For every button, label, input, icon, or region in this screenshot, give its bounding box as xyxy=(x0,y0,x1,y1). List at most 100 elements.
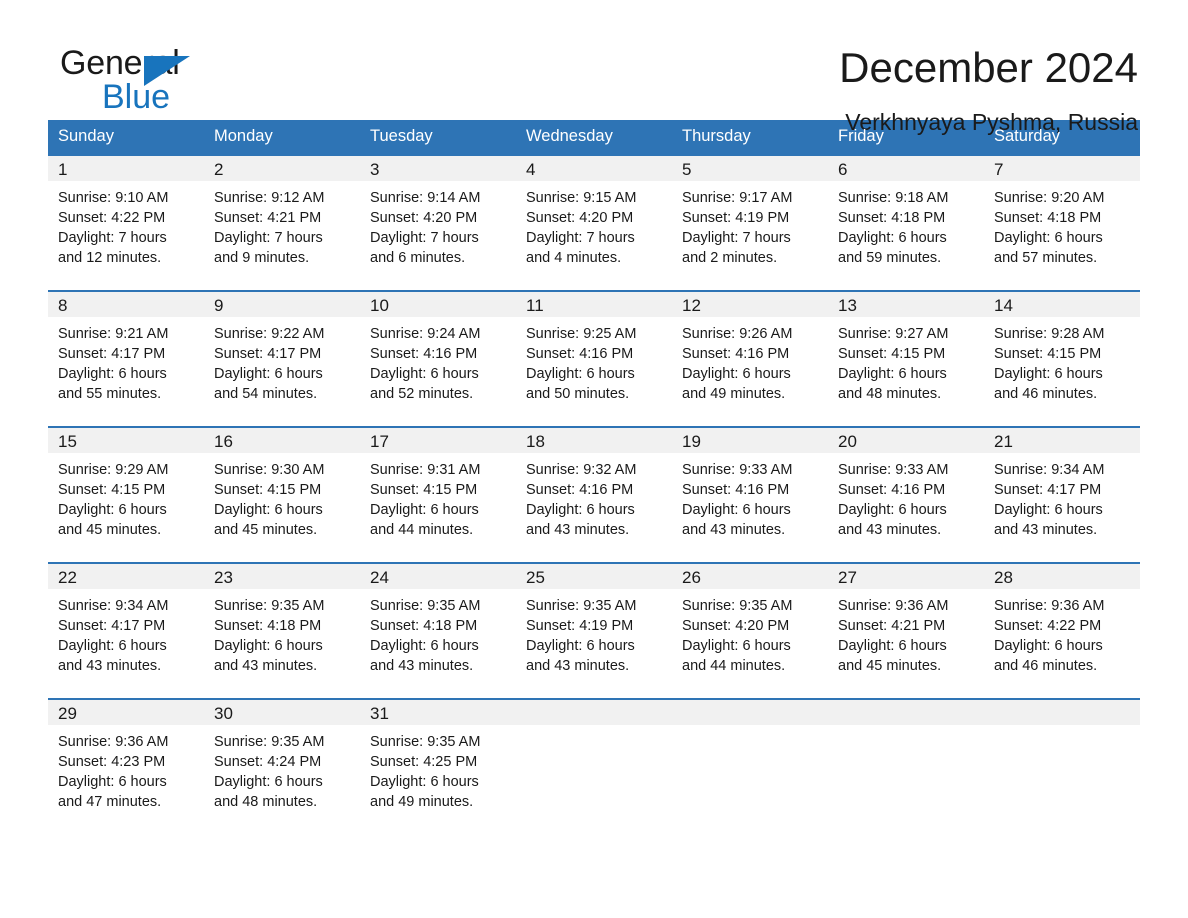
calendar-week-row: 29 Sunrise: 9:36 AM Sunset: 4:23 PM Dayligh… xyxy=(48,698,1140,817)
calendar-day-cell[interactable]: 15 Sunrise: 9:29 AM Sunset: 4:15 PM Dayligh… xyxy=(48,426,204,545)
weekday-header-sunday: Sunday xyxy=(48,120,204,155)
calendar-day-cell[interactable]: 14 Sunrise: 9:28 AM Sunset: 4:15 PM Dayligh… xyxy=(984,290,1140,409)
calendar-day-cell[interactable]: 31 Sunrise: 9:35 AM Sunset: 4:25 PM Dayligh… xyxy=(360,698,516,817)
calendar-day-cell[interactable]: 25 Sunrise: 9:35 AM Sunset: 4:19 PM Dayligh… xyxy=(516,562,672,681)
calendar-day-cell[interactable]: 30 Sunrise: 9:35 AM Sunset: 4:24 PM Dayligh… xyxy=(204,698,360,817)
calendar-day-cell[interactable]: 1 Sunrise: 9:10 AM Sunset: 4:22 PM Daylight… xyxy=(48,154,204,273)
calendar-day-cell[interactable]: 9 Sunrise: 9:22 AM Sunset: 4:17 PM Daylight… xyxy=(204,290,360,409)
day-number: 22 xyxy=(58,568,77,587)
day-cell-content: 13 Sunrise: 9:27 AM Sunset: 4:15 PM Dayligh… xyxy=(828,292,984,409)
daylight-text-line2: and 46 minutes. xyxy=(994,386,1098,402)
title-block: December 2024 Verkhnyaya Pyshma, Russia xyxy=(839,44,1140,136)
day-cell-content: 26 Sunrise: 9:35 AM Sunset: 4:20 PM Dayligh… xyxy=(672,564,828,681)
daylight-text-line2: and 45 minutes. xyxy=(58,522,162,538)
sunrise-text: Sunrise: 9:33 AM xyxy=(682,462,793,478)
day-cell-content: 23 Sunrise: 9:35 AM Sunset: 4:18 PM Dayligh… xyxy=(204,564,360,681)
day-cell-content: 18 Sunrise: 9:32 AM Sunset: 4:16 PM Dayligh… xyxy=(516,428,672,545)
day-number: 11 xyxy=(526,296,544,315)
calendar-day-cell[interactable]: 21 Sunrise: 9:34 AM Sunset: 4:17 PM Dayligh… xyxy=(984,426,1140,545)
calendar-day-cell[interactable]: 20 Sunrise: 9:33 AM Sunset: 4:16 PM Dayligh… xyxy=(828,426,984,545)
calendar-day-cell[interactable]: 27 Sunrise: 9:36 AM Sunset: 4:21 PM Dayligh… xyxy=(828,562,984,681)
calendar-day-cell[interactable]: 29 Sunrise: 9:36 AM Sunset: 4:23 PM Dayligh… xyxy=(48,698,204,817)
daylight-text-line2: and 43 minutes. xyxy=(682,522,786,538)
day-number: 1 xyxy=(58,160,68,179)
calendar-page: General Blue December 2024 Verkhnyaya Py… xyxy=(0,0,1188,918)
calendar-day-cell[interactable]: 23 Sunrise: 9:35 AM Sunset: 4:18 PM Dayligh… xyxy=(204,562,360,681)
calendar-day-cell[interactable]: 19 Sunrise: 9:33 AM Sunset: 4:16 PM Dayligh… xyxy=(672,426,828,545)
sunset-text: Sunset: 4:23 PM xyxy=(58,754,166,770)
calendar-day-cell[interactable]: 12 Sunrise: 9:26 AM Sunset: 4:16 PM Dayligh… xyxy=(672,290,828,409)
day-number-band: 16 xyxy=(204,428,360,453)
day-number: 15 xyxy=(58,432,77,451)
day-number-band: 29 xyxy=(48,700,204,725)
day-details: Sunrise: 9:36 AM Sunset: 4:21 PM Daylight:… xyxy=(828,589,984,676)
sunset-text: Sunset: 4:19 PM xyxy=(682,210,790,226)
calendar-day-cell[interactable]: 5 Sunrise: 9:17 AM Sunset: 4:19 PM Daylight… xyxy=(672,154,828,273)
daylight-text-line2: and 44 minutes. xyxy=(682,658,786,674)
sunset-text: Sunset: 4:20 PM xyxy=(526,210,634,226)
sunset-text: Sunset: 4:21 PM xyxy=(214,210,322,226)
day-number-band: 14 xyxy=(984,292,1140,317)
calendar-day-cell[interactable]: 16 Sunrise: 9:30 AM Sunset: 4:15 PM Dayligh… xyxy=(204,426,360,545)
calendar-day-cell[interactable]: 22 Sunrise: 9:34 AM Sunset: 4:17 PM Dayligh… xyxy=(48,562,204,681)
day-cell-empty xyxy=(984,700,1140,817)
daylight-text-line1: Daylight: 6 hours xyxy=(994,230,1103,246)
day-number: 26 xyxy=(682,568,701,587)
calendar-day-cell[interactable]: 2 Sunrise: 9:12 AM Sunset: 4:21 PM Daylight… xyxy=(204,154,360,273)
calendar-day-cell[interactable]: 13 Sunrise: 9:27 AM Sunset: 4:15 PM Dayligh… xyxy=(828,290,984,409)
calendar-day-cell[interactable]: 24 Sunrise: 9:35 AM Sunset: 4:18 PM Dayligh… xyxy=(360,562,516,681)
sunset-text: Sunset: 4:16 PM xyxy=(526,346,634,362)
sunset-text: Sunset: 4:22 PM xyxy=(994,618,1102,634)
calendar-day-cell[interactable]: 11 Sunrise: 9:25 AM Sunset: 4:16 PM Dayligh… xyxy=(516,290,672,409)
day-cell-content: 29 Sunrise: 9:36 AM Sunset: 4:23 PM Dayligh… xyxy=(48,700,204,817)
calendar-day-cell[interactable]: 10 Sunrise: 9:24 AM Sunset: 4:16 PM Dayligh… xyxy=(360,290,516,409)
sunrise-text: Sunrise: 9:35 AM xyxy=(370,598,481,614)
calendar-day-cell[interactable]: 18 Sunrise: 9:32 AM Sunset: 4:16 PM Dayligh… xyxy=(516,426,672,545)
sunset-text: Sunset: 4:19 PM xyxy=(526,618,634,634)
daylight-text-line1: Daylight: 6 hours xyxy=(214,774,323,790)
day-cell-content: 3 Sunrise: 9:14 AM Sunset: 4:20 PM Daylight… xyxy=(360,156,516,273)
daylight-text-line2: and 45 minutes. xyxy=(838,658,942,674)
calendar-day-cell[interactable]: 6 Sunrise: 9:18 AM Sunset: 4:18 PM Daylight… xyxy=(828,154,984,273)
day-details: Sunrise: 9:27 AM Sunset: 4:15 PM Daylight:… xyxy=(828,317,984,404)
day-number: 3 xyxy=(370,160,380,179)
day-cell-content: 2 Sunrise: 9:12 AM Sunset: 4:21 PM Daylight… xyxy=(204,156,360,273)
daylight-text-line1: Daylight: 6 hours xyxy=(682,638,791,654)
sunrise-text: Sunrise: 9:20 AM xyxy=(994,190,1105,206)
day-details: Sunrise: 9:17 AM Sunset: 4:19 PM Daylight:… xyxy=(672,181,828,268)
calendar-day-cell xyxy=(828,698,984,817)
sunrise-text: Sunrise: 9:35 AM xyxy=(214,598,325,614)
sunrise-text: Sunrise: 9:35 AM xyxy=(526,598,637,614)
calendar-day-cell[interactable]: 28 Sunrise: 9:36 AM Sunset: 4:22 PM Dayligh… xyxy=(984,562,1140,681)
calendar-day-cell[interactable]: 7 Sunrise: 9:20 AM Sunset: 4:18 PM Daylight… xyxy=(984,154,1140,273)
day-number: 10 xyxy=(370,296,389,315)
daylight-text-line2: and 49 minutes. xyxy=(370,794,474,810)
weekday-header-thursday: Thursday xyxy=(672,120,828,155)
calendar-day-cell[interactable]: 3 Sunrise: 9:14 AM Sunset: 4:20 PM Daylight… xyxy=(360,154,516,273)
day-cell-content: 4 Sunrise: 9:15 AM Sunset: 4:20 PM Daylight… xyxy=(516,156,672,273)
week-spacer-cell xyxy=(48,409,1140,427)
calendar-day-cell[interactable]: 26 Sunrise: 9:35 AM Sunset: 4:20 PM Dayligh… xyxy=(672,562,828,681)
calendar-day-cell[interactable]: 8 Sunrise: 9:21 AM Sunset: 4:17 PM Daylight… xyxy=(48,290,204,409)
calendar-day-cell[interactable]: 17 Sunrise: 9:31 AM Sunset: 4:15 PM Dayligh… xyxy=(360,426,516,545)
daylight-text-line1: Daylight: 6 hours xyxy=(838,366,947,382)
day-cell-content: 12 Sunrise: 9:26 AM Sunset: 4:16 PM Dayligh… xyxy=(672,292,828,409)
day-cell-content: 27 Sunrise: 9:36 AM Sunset: 4:21 PM Dayligh… xyxy=(828,564,984,681)
day-cell-content: 25 Sunrise: 9:35 AM Sunset: 4:19 PM Dayligh… xyxy=(516,564,672,681)
week-spacer-row xyxy=(48,273,1140,291)
day-cell-content: 31 Sunrise: 9:35 AM Sunset: 4:25 PM Dayligh… xyxy=(360,700,516,817)
daylight-text-line1: Daylight: 6 hours xyxy=(370,638,479,654)
daylight-text-line1: Daylight: 6 hours xyxy=(526,638,635,654)
daylight-text-line2: and 2 minutes. xyxy=(682,250,778,266)
day-number: 16 xyxy=(214,432,233,451)
daylight-text-line1: Daylight: 6 hours xyxy=(58,774,167,790)
generalblue-logo[interactable]: General Blue xyxy=(48,44,238,122)
day-number: 27 xyxy=(838,568,857,587)
sunrise-text: Sunrise: 9:27 AM xyxy=(838,326,949,342)
sunrise-text: Sunrise: 9:31 AM xyxy=(370,462,481,478)
day-number: 8 xyxy=(58,296,68,315)
day-details: Sunrise: 9:24 AM Sunset: 4:16 PM Daylight:… xyxy=(360,317,516,404)
day-details: Sunrise: 9:10 AM Sunset: 4:22 PM Daylight:… xyxy=(48,181,204,268)
daylight-text-line2: and 43 minutes. xyxy=(838,522,942,538)
calendar-day-cell[interactable]: 4 Sunrise: 9:15 AM Sunset: 4:20 PM Daylight… xyxy=(516,154,672,273)
